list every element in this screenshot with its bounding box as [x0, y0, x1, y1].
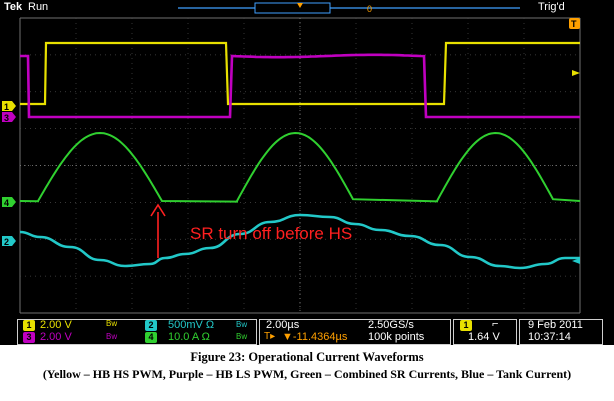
ch3-marker: 3 — [2, 112, 16, 123]
trigger-level: 1.64 V — [468, 331, 500, 343]
ch3-bw-icon: Bw — [106, 332, 117, 341]
trigger-position-icon-label: T▸ — [264, 331, 275, 342]
readout-bar: 1 2.00 V Bw 2 500mV Ω Bw 3 2.00 V Bw 4 1… — [0, 318, 614, 345]
ch3-badge: 3 — [23, 332, 35, 343]
time-readout: 10:37:14 — [528, 331, 571, 343]
svg-text:4: 4 — [4, 198, 9, 208]
ch2-bw-icon: Bw — [236, 320, 247, 329]
trigger-readout-panel: 1 ⌐ 1.64 V — [453, 319, 517, 345]
channel-readout-panel: 1 2.00 V Bw 2 500mV Ω Bw 3 2.00 V Bw 4 1… — [17, 319, 257, 345]
svg-text:3: 3 — [4, 113, 9, 123]
acquisition-status: Run — [28, 1, 48, 13]
annotation-label: SR turn off before HS — [190, 224, 352, 243]
ch1-marker: 1 — [2, 101, 16, 112]
svg-text:0: 0 — [367, 4, 372, 14]
ch3-scale: 2.00 V — [40, 331, 72, 343]
sample-rate: 2.50GS/s — [368, 319, 414, 331]
ch4-scale: 10.0 A Ω — [168, 331, 210, 343]
record-length: 100k points — [368, 331, 424, 343]
ch4-bw-icon: Bw — [236, 332, 247, 341]
trigger-status: Trig'd — [538, 1, 565, 13]
ch2-badge: 2 — [145, 320, 157, 331]
horizontal-scale: 2.00µs — [266, 319, 299, 331]
caption-subtitle: (Yellow – HB HS PWM, Purple – HB LS PWM,… — [0, 366, 614, 383]
waveform-display: SR turn off before HS 0 1 3 4 2 T — [0, 0, 614, 318]
figure-caption: Figure 23: Operational Current Waveforms… — [0, 348, 614, 383]
svg-text:2: 2 — [4, 237, 9, 247]
svg-text:1: 1 — [4, 102, 9, 112]
ch2-marker: 2 — [2, 236, 16, 247]
ch4-badge: 4 — [145, 332, 157, 343]
timebase-readout-panel: 2.00µs 2.50GS/s T▸ ▼-11.4364µs 100k poin… — [259, 319, 451, 345]
trace-ch3-ls-pwm — [20, 55, 580, 117]
trigger-slope-icon: ⌐ — [492, 318, 498, 330]
ch1-bw-icon: Bw — [106, 319, 117, 328]
date-readout: 9 Feb 2011 — [528, 319, 583, 331]
oscilloscope-screenshot: SR turn off before HS 0 1 3 4 2 T Tek Ru… — [0, 0, 614, 345]
ch1-badge: 1 — [23, 320, 35, 331]
caption-title: Figure 23: Operational Current Waveforms — [0, 348, 614, 366]
ch4-marker: 4 — [2, 197, 16, 208]
svg-text:T: T — [571, 19, 577, 29]
annotation-arrow — [151, 205, 165, 258]
graticule-grid — [20, 18, 580, 313]
datetime-panel: 9 Feb 2011 10:37:14 — [519, 319, 603, 345]
ch2-scale: 500mV Ω — [168, 319, 214, 331]
trigger-source-badge: 1 — [460, 320, 472, 331]
ch1-scale: 2.00 V — [40, 319, 72, 331]
brand-label: Tek — [4, 1, 22, 13]
horizontal-position: ▼-11.4364µs — [282, 331, 347, 343]
